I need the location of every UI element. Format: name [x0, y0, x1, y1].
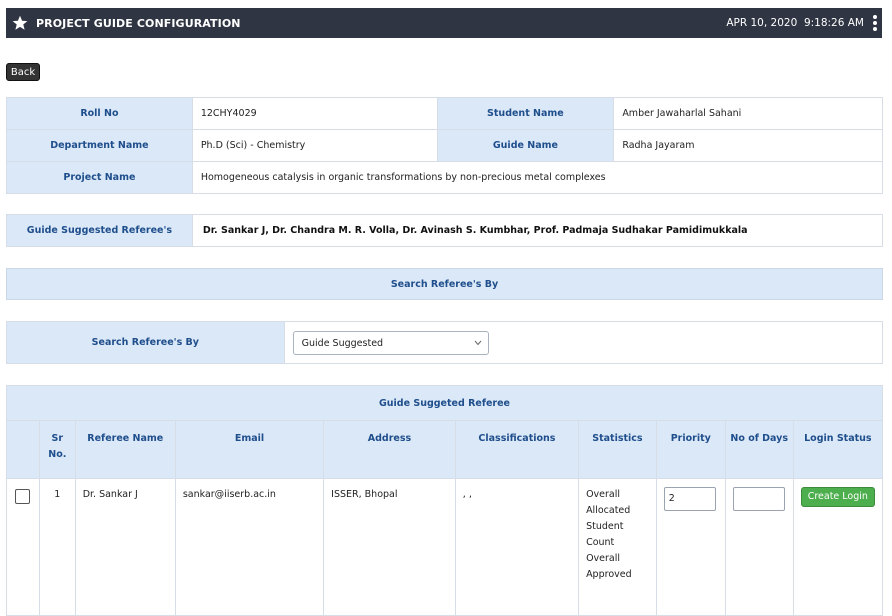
- header-time: 9:18:26 AM: [803, 17, 864, 29]
- referee-table-caption: Guide Suggeted Referee: [6, 385, 883, 421]
- search-select-value: Guide Suggested: [301, 337, 384, 349]
- search-referee-panel: Search Referee's By Guide Suggested: [6, 321, 884, 364]
- header-date: APR 10, 2020: [726, 17, 798, 29]
- department-value: Ph.D (Sci) - Chemistry: [191, 129, 438, 162]
- star-icon: [12, 15, 28, 30]
- row-checkbox[interactable]: [15, 489, 31, 504]
- student-info-table: Roll No 12CHY4029 Student Name Amber Jaw…: [6, 97, 884, 194]
- col-priority: Priority: [655, 420, 726, 479]
- col-no-of-days: No of Days: [724, 420, 794, 479]
- row-login-cell: Create Login: [792, 478, 884, 616]
- col-referee-name: Referee Name: [74, 420, 176, 479]
- back-button[interactable]: Back: [6, 63, 40, 81]
- col-sr-no: Sr No.: [38, 420, 76, 479]
- guide-suggested-label: Guide Suggested Referee's: [6, 214, 193, 247]
- roll-no-label: Roll No: [6, 97, 193, 130]
- student-name-label: Student Name: [436, 97, 615, 130]
- referee-table: Guide Suggeted Referee Sr No. Referee Na…: [6, 385, 884, 616]
- row-address: ISSER, Bhopal: [323, 478, 456, 616]
- header-bar: PROJECT GUIDE CONFIGURATION APR 10, 2020…: [6, 8, 882, 38]
- guide-suggested-referees: Guide Suggested Referee's Dr. Sankar J, …: [6, 214, 884, 247]
- col-select: [6, 420, 40, 479]
- search-section-title: Search Referee's By: [6, 268, 883, 300]
- project-name-value: Homogeneous catalysis in organic transfo…: [191, 161, 884, 194]
- col-address: Address: [323, 420, 456, 479]
- guide-name-value: Radha Jayaram: [613, 129, 883, 162]
- priority-input[interactable]: 2: [663, 487, 716, 511]
- roll-no-value: 12CHY4029: [191, 97, 438, 130]
- no-of-days-input[interactable]: [732, 487, 785, 511]
- row-select-cell: [6, 478, 40, 616]
- search-referee-select[interactable]: Guide Suggested: [292, 330, 489, 355]
- chevron-down-icon: [474, 340, 482, 345]
- project-name-label: Project Name: [6, 161, 193, 194]
- search-select-cell: Guide Suggested: [283, 321, 884, 364]
- guide-suggested-names: Dr. Sankar J, Dr. Chandra M. R. Volla, D…: [191, 214, 884, 247]
- student-name-value: Amber Jawaharlal Sahani: [613, 97, 883, 130]
- row-email: sankar@iiserb.ac.in: [174, 478, 325, 616]
- col-login-status: Login Status: [792, 420, 884, 479]
- guide-name-label: Guide Name: [436, 129, 615, 162]
- create-login-button[interactable]: Create Login: [800, 487, 875, 507]
- kebab-menu-icon[interactable]: [872, 15, 878, 31]
- row-statistics: Overall Allocated Student Count Overall …: [578, 478, 657, 616]
- row-classifications: , ,: [454, 478, 580, 616]
- row-priority-cell: 2: [655, 478, 726, 616]
- page-title: PROJECT GUIDE CONFIGURATION: [36, 16, 241, 30]
- row-sr-no: 1: [38, 478, 76, 616]
- header-datetime: APR 10, 2020 9:18:26 AM: [726, 17, 864, 29]
- col-classifications: Classifications: [454, 420, 580, 479]
- search-referee-label: Search Referee's By: [6, 321, 285, 364]
- row-referee-name: Dr. Sankar J: [74, 478, 176, 616]
- table-row: 1 Dr. Sankar J sankar@iiserb.ac.in ISSER…: [6, 478, 884, 616]
- col-statistics: Statistics: [578, 420, 657, 479]
- department-label: Department Name: [6, 129, 193, 162]
- col-email: Email: [174, 420, 325, 479]
- row-days-cell: [724, 478, 794, 616]
